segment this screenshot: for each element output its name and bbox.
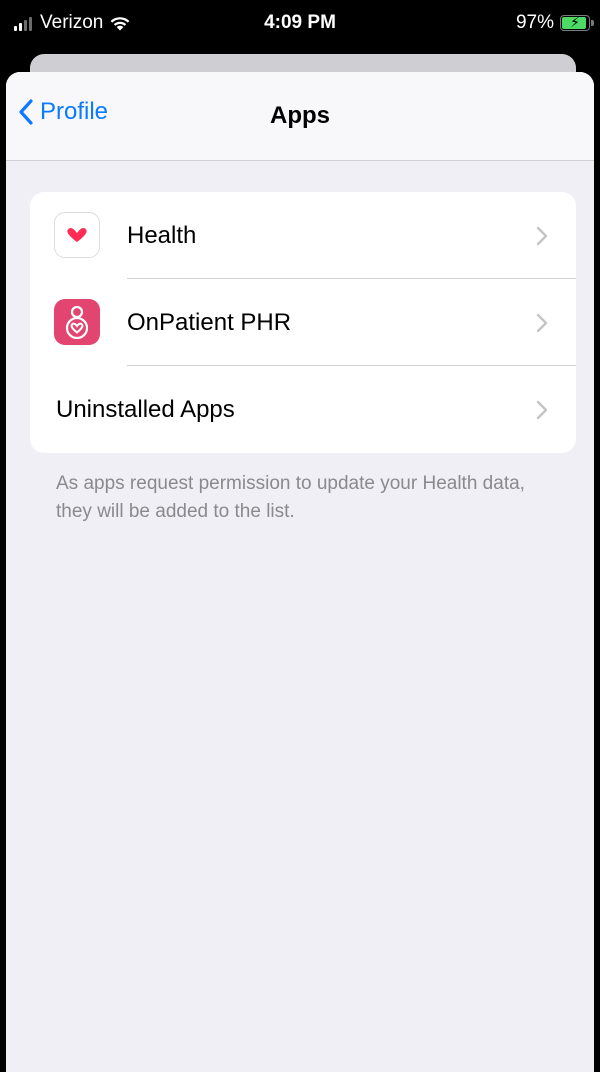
list-item-health[interactable]: Health [30, 192, 576, 279]
battery-cap [591, 20, 594, 26]
list-item-label: Uninstalled Apps [56, 396, 235, 423]
apps-sheet: Profile Apps Health OnPatient PHR Uninst… [6, 72, 594, 1072]
charging-bolt-icon: ⚡ [570, 14, 580, 30]
status-bar: Verizon 4:09 PM 97% ⚡ [0, 0, 600, 48]
chevron-right-icon [536, 313, 548, 333]
chevron-right-icon [536, 226, 548, 246]
battery-percent: 97% [515, 12, 554, 33]
navigation-bar: Profile Apps [6, 72, 594, 161]
list-item-uninstalled-apps[interactable]: Uninstalled Apps [30, 366, 576, 453]
list-item-label: OnPatient PHR [127, 309, 292, 336]
apps-list: Health OnPatient PHR Uninstalled Apps [30, 192, 576, 453]
battery-icon: ⚡ [560, 14, 594, 31]
list-item-label: Health [127, 222, 197, 249]
chevron-right-icon [536, 400, 548, 420]
page-title: Apps [270, 102, 330, 129]
footer-note: As apps request permission to update you… [56, 473, 525, 522]
status-right: 97% ⚡ [515, 12, 594, 34]
list-item-onpatient-phr[interactable]: OnPatient PHR [30, 279, 576, 366]
status-time: 4:09 PM [264, 12, 336, 33]
onpatient-phr-icon [54, 299, 100, 345]
health-heart-icon [54, 212, 100, 258]
